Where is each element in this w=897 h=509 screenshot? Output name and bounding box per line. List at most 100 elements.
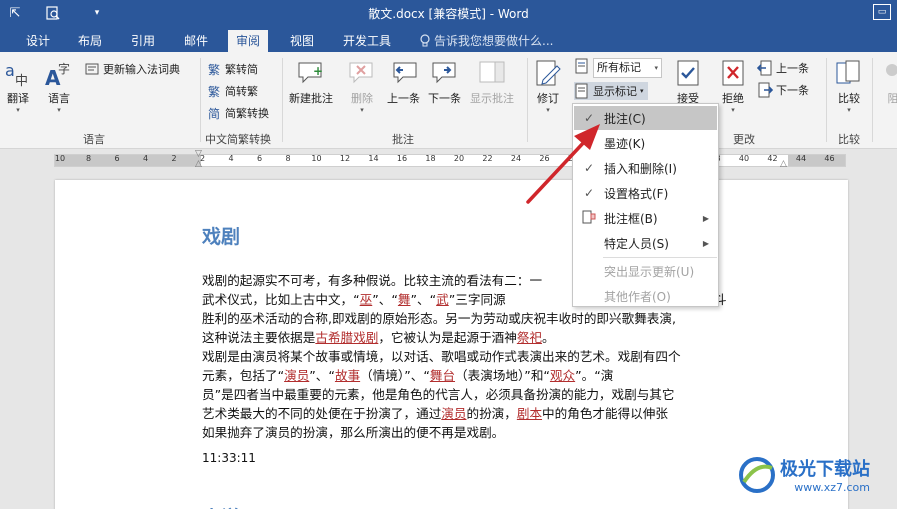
menu-item-comments[interactable]: ✓ 批注(C) bbox=[574, 106, 717, 130]
previous-comment-button[interactable]: 上一条 bbox=[387, 58, 420, 106]
text-span: ”。“演 bbox=[575, 368, 614, 383]
accept-button[interactable]: 接受 bbox=[673, 58, 703, 106]
accept-icon bbox=[673, 58, 703, 88]
horizontal-ruler[interactable]: 1086422468101214161820222426283032343638… bbox=[0, 149, 897, 171]
ruler-bar: 1086422468101214161820222426283032343638… bbox=[54, 154, 846, 167]
review-ribbon: a中 翻译 ▾ A字 语言 ▾ 更新输入法词典 语言 繁 繁转简 繁 简转繁 简… bbox=[0, 52, 897, 149]
menu-item-specific-people[interactable]: 特定人员(S) ▶ bbox=[574, 231, 717, 255]
hanging-indent-marker[interactable]: △ bbox=[195, 159, 202, 169]
delete-comment-button[interactable]: 删除 ▾ bbox=[347, 58, 377, 114]
tracked-word: 舞 bbox=[397, 292, 411, 307]
group-separator bbox=[527, 58, 528, 142]
track-changes-button[interactable]: 修订 ▾ bbox=[533, 58, 563, 114]
ruler-tick-label: 4 bbox=[228, 154, 234, 163]
right-indent-marker[interactable]: △ bbox=[780, 159, 787, 169]
tab-developer[interactable]: 开发工具 bbox=[335, 30, 399, 52]
check-icon: ✓ bbox=[583, 161, 595, 175]
menu-item-other-authors[interactable]: 其他作者(O) bbox=[574, 284, 717, 308]
menu-item-formatting[interactable]: ✓ 设置格式(F) bbox=[574, 181, 717, 205]
chevron-down-icon: ▾ bbox=[654, 64, 658, 72]
group-separator bbox=[826, 58, 827, 142]
menu-item-label: 其他作者(O) bbox=[604, 289, 671, 304]
next-comment-button[interactable]: 下一条 bbox=[428, 58, 461, 106]
show-markup-label: 显示标记 bbox=[593, 85, 637, 98]
tab-view[interactable]: 视图 bbox=[282, 30, 322, 52]
svg-text:+: + bbox=[313, 64, 323, 78]
conversion-label: 简繁转换 bbox=[225, 107, 269, 120]
text-span: （表演场地）”和“ bbox=[455, 368, 550, 383]
reject-button[interactable]: 拒绝 ▾ bbox=[718, 58, 748, 114]
menu-item-highlight-updates[interactable]: 突出显示更新(U) bbox=[574, 259, 717, 283]
ruler-tick-label: 8 bbox=[285, 154, 291, 163]
next-change-button[interactable]: 下一条 bbox=[757, 82, 809, 98]
first-line-indent-marker[interactable]: ▽ bbox=[195, 149, 202, 159]
show-comments-label: 显示批注 bbox=[470, 92, 514, 105]
new-comment-icon: + bbox=[296, 58, 326, 88]
menu-item-balloons[interactable]: 批注框(B) ▶ bbox=[574, 206, 717, 230]
doc-line: 员”是四者当中最重要的元素，他是角色的代言人，必须具备扮演的能力，戏剧与其它 bbox=[202, 387, 675, 402]
track-changes-icon bbox=[533, 58, 563, 88]
doc-line: 艺术类最大的不同的处便在于扮演了，通过演员的扮演，剧本中的角色才能得以伸张 bbox=[202, 404, 732, 423]
next-change-label: 下一条 bbox=[776, 84, 809, 97]
group-label-compare: 比较 bbox=[838, 133, 860, 146]
show-comments-button[interactable]: 显示批注 bbox=[470, 58, 514, 106]
document-page[interactable]: 戏剧 戏剧的起源实不可考，有多种假说。比较主流的看法有二：一 的 武术仪式，比如… bbox=[55, 180, 848, 509]
tab-mailings[interactable]: 邮件 bbox=[176, 30, 216, 52]
text-span: ”、“ bbox=[309, 368, 335, 383]
text-span: ”、“ bbox=[410, 292, 437, 307]
update-ime-dictionary-button[interactable]: 更新输入法词典 bbox=[84, 61, 180, 77]
display-for-review-select[interactable]: 所有标记 ▾ bbox=[593, 58, 662, 78]
ruler-tick-label: 42 bbox=[767, 154, 778, 163]
to-simplified-button[interactable]: 繁 简转繁 bbox=[206, 83, 258, 99]
svg-text:a: a bbox=[5, 61, 15, 80]
ruler-tick-label: 12 bbox=[339, 154, 351, 163]
balloons-icon bbox=[574, 210, 604, 227]
tab-review[interactable]: 审阅 bbox=[228, 30, 269, 52]
doc-heading: 戏剧 bbox=[202, 226, 241, 248]
compare-button[interactable]: 比较 ▾ bbox=[834, 58, 864, 114]
language-button[interactable]: A字 语言 ▾ bbox=[44, 58, 74, 114]
to-traditional-label: 繁转简 bbox=[225, 63, 258, 76]
tab-layout[interactable]: 布局 bbox=[70, 30, 110, 52]
ruler-tick-label: 6 bbox=[114, 154, 120, 163]
previous-label: 上一条 bbox=[387, 92, 420, 105]
ruler-tick-label: 6 bbox=[256, 154, 263, 163]
block-icon bbox=[878, 58, 897, 88]
show-markup-button[interactable]: 显示标记 ▾ bbox=[574, 82, 648, 100]
menu-item-insertions-deletions[interactable]: ✓ 插入和删除(I) bbox=[574, 156, 717, 180]
chevron-down-icon: ▾ bbox=[640, 87, 644, 95]
doc-line: 如果抛弃了演员的扮演，那么所演出的便不再是戏剧。 bbox=[202, 425, 505, 440]
check-icon: ✓ bbox=[583, 111, 595, 125]
tab-references[interactable]: 引用 bbox=[123, 30, 163, 52]
language-icon: A字 bbox=[44, 58, 74, 88]
svg-text:中: 中 bbox=[15, 74, 28, 88]
group-label-changes: 更改 bbox=[733, 133, 755, 146]
ruler-tick-label: 14 bbox=[368, 154, 379, 163]
to-traditional-button[interactable]: 繁 繁转简 bbox=[206, 61, 258, 77]
doc-line: 戏剧是由演员将某个故事或情境，以对话、歌唱或动作式表演出来的艺术。戏剧有四个 bbox=[202, 349, 681, 364]
previous-change-button[interactable]: 上一条 bbox=[757, 60, 809, 76]
ruler-tick-label: 8 bbox=[85, 154, 92, 163]
language-label: 语言 bbox=[48, 92, 70, 105]
tracked-word: 剧本 bbox=[516, 406, 543, 421]
tell-me-box[interactable]: 告诉我您想要做什么... bbox=[420, 32, 553, 49]
submenu-arrow-icon: ▶ bbox=[702, 238, 709, 248]
restore-window-button[interactable]: ▭ bbox=[873, 4, 891, 20]
ruler-tick-label: 10 bbox=[54, 154, 66, 163]
display-for-review-value: 所有标记 bbox=[597, 61, 641, 74]
translate-button[interactable]: a中 翻译 ▾ bbox=[3, 58, 33, 114]
reject-icon bbox=[718, 58, 748, 88]
group-label-language: 语言 bbox=[83, 133, 105, 146]
tab-design[interactable]: 设计 bbox=[18, 30, 58, 52]
menu-item-label: 墨迹(K) bbox=[604, 136, 646, 151]
block-authors-button[interactable]: 阻 bbox=[878, 58, 897, 106]
tracked-word: 舞台 bbox=[429, 368, 456, 383]
new-comment-button[interactable]: + 新建批注 bbox=[289, 58, 333, 106]
conversion-button[interactable]: 简 简繁转换 bbox=[206, 105, 269, 121]
display-for-review[interactable] bbox=[574, 58, 590, 74]
group-label-chinese-conversion: 中文简繁转换 bbox=[205, 133, 271, 146]
new-comment-label: 新建批注 bbox=[289, 92, 333, 105]
ruler-tick-label: 2 bbox=[171, 154, 177, 163]
menu-item-ink[interactable]: 墨迹(K) bbox=[574, 131, 717, 155]
tracked-word: 演员 bbox=[441, 406, 467, 421]
